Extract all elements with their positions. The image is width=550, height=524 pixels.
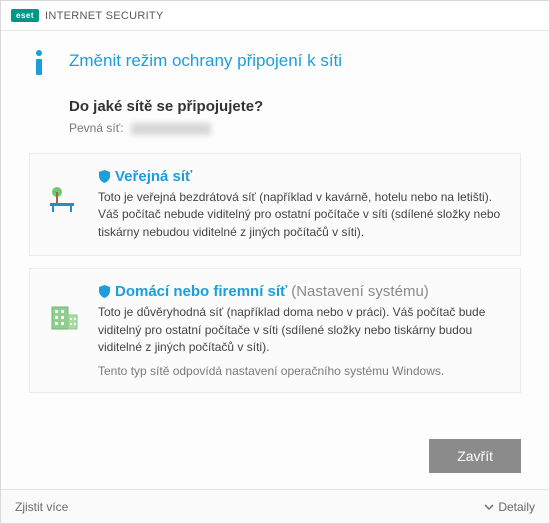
chevron-down-icon [484,502,494,512]
option-private-note: Tento typ sítě odpovídá nastavení operač… [98,364,504,378]
option-public-title: Veřejná síť [98,168,504,185]
button-row: Zavřít [1,431,549,489]
bench-icon [46,168,82,241]
close-button[interactable]: Zavřít [429,439,521,473]
info-icon [29,49,53,82]
question-text: Do jaké sítě se připojujete? [69,98,521,115]
question-block: Do jaké sítě se připojujete? Pevná síť: [69,98,521,135]
fixed-label: Pevná síť: [69,121,124,135]
details-label: Detaily [498,500,535,514]
option-public-body: Veřejná síť Toto je veřejná bezdrátová s… [98,168,504,241]
option-public-title-text: Veřejná síť [115,168,192,185]
option-public-network[interactable]: Veřejná síť Toto je veřejná bezdrátová s… [29,153,521,256]
building-icon [46,283,82,378]
option-private-title-text: Domácí nebo firemní síť [115,283,287,300]
header-row: Změnit režim ochrany připojení k síti [29,49,521,82]
brand-badge: eset [11,9,39,22]
dialog-heading: Změnit režim ochrany připojení k síti [69,51,342,71]
option-private-body: Domácí nebo firemní síť (Nastavení systé… [98,283,504,378]
shield-icon [98,285,111,298]
option-public-desc: Toto je veřejná bezdrátová síť (napříkla… [98,189,504,241]
option-private-suffix: (Nastavení systému) [291,283,429,300]
titlebar: eset INTERNET SECURITY [1,1,549,31]
network-name-blurred [131,123,211,135]
details-toggle[interactable]: Detaily [484,500,535,514]
brand-name: INTERNET SECURITY [45,10,164,22]
content-area: Změnit režim ochrany připojení k síti Do… [1,31,549,431]
learn-more-link[interactable]: Zjistit více [15,500,68,514]
network-name-line: Pevná síť: [69,121,521,135]
option-private-title: Domácí nebo firemní síť (Nastavení systé… [98,283,504,300]
option-private-desc: Toto je důvěryhodná síť (například doma … [98,304,504,356]
dialog-window: eset INTERNET SECURITY Změnit režim ochr… [0,0,550,524]
option-private-network[interactable]: Domácí nebo firemní síť (Nastavení systé… [29,268,521,393]
footer: Zjistit více Detaily [1,489,549,523]
shield-icon [98,170,111,183]
